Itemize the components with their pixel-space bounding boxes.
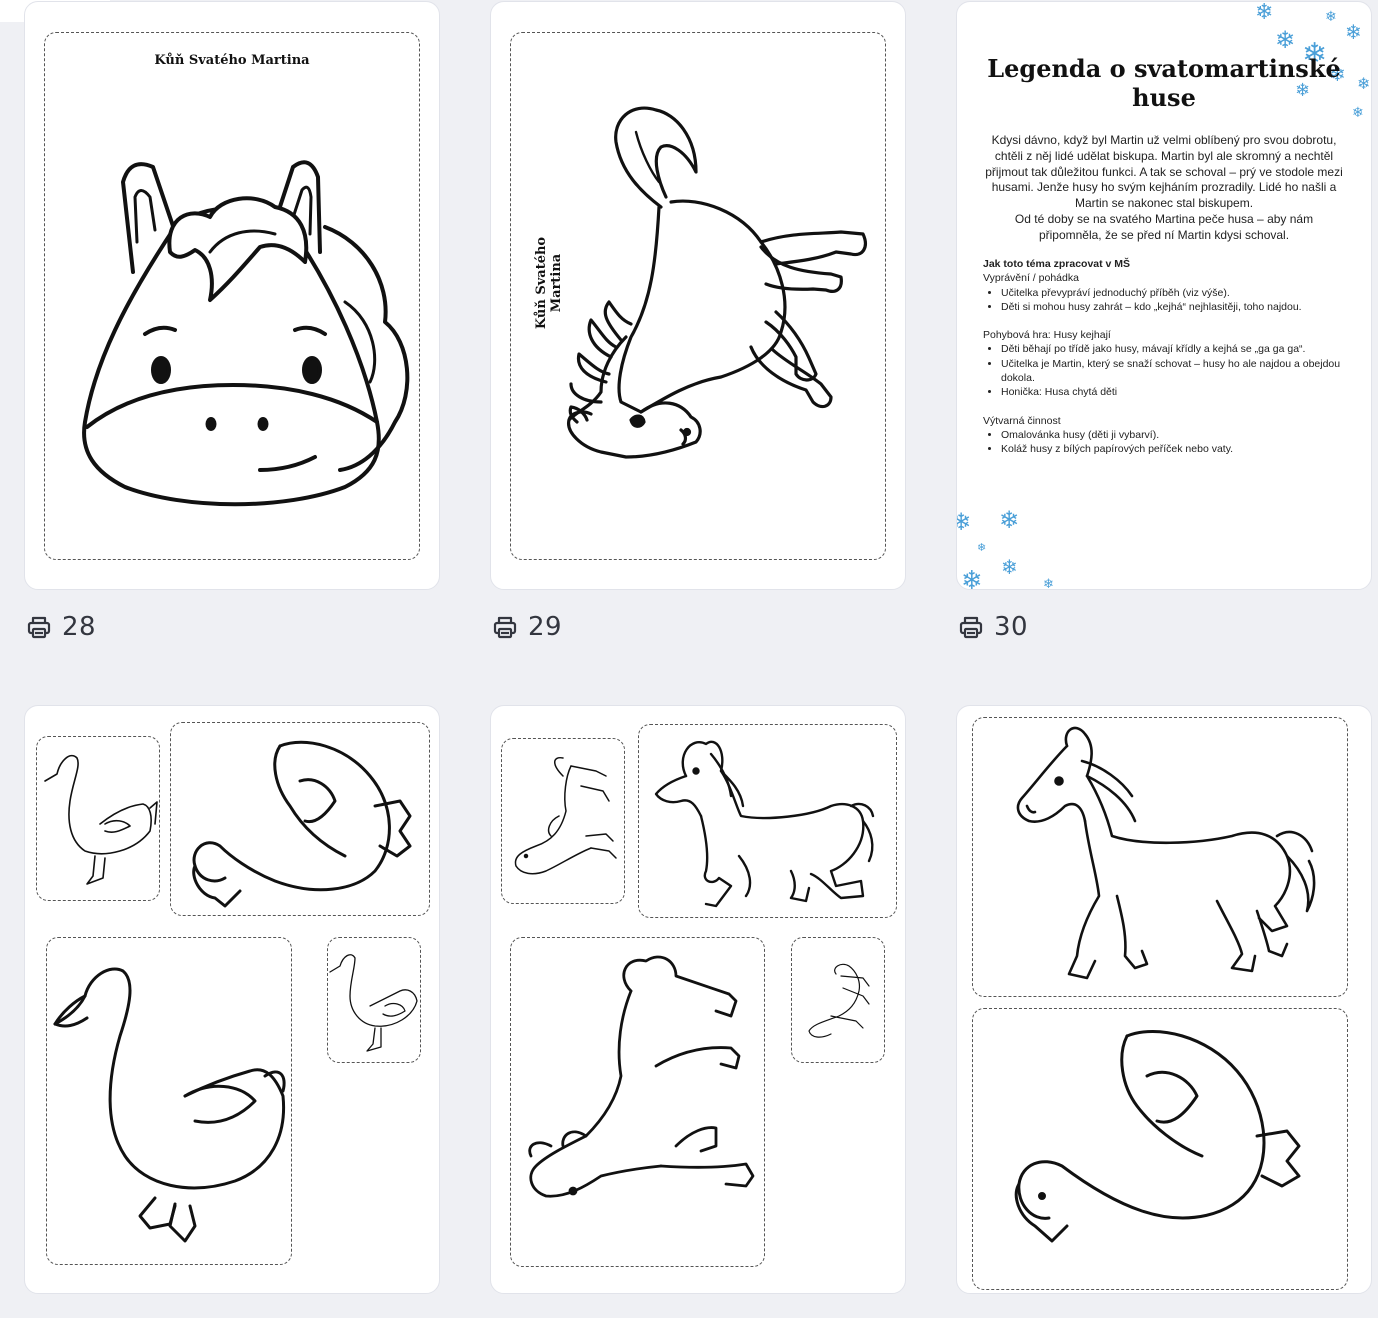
printer-icon[interactable]	[958, 614, 984, 640]
list-item: Učitelka převypráví jednoduchý příběh (v…	[1001, 286, 1357, 300]
page-number-29[interactable]: 29	[492, 612, 562, 642]
snowflake-icon: ❄	[961, 566, 983, 590]
section-heading: Jak toto téma zpracovat v MŠ	[983, 258, 1131, 270]
page-number-label: 29	[528, 612, 563, 642]
page-card-28[interactable]: Kůň Svatého Martina	[24, 1, 440, 590]
list-item: Učitelka je Martin, který se snaží schov…	[1001, 357, 1357, 386]
snowflake-icon: ❄	[977, 541, 987, 554]
page-card-29[interactable]: Kůň Svatého Martina	[490, 1, 906, 590]
horse-head-illustration	[82, 160, 410, 507]
snowflake-icon: ❄	[957, 510, 971, 534]
printer-icon[interactable]	[492, 614, 518, 640]
snowflake-icon: ❄	[999, 506, 1020, 534]
block-title: Výtvarná činnost	[983, 414, 1061, 427]
list-item: Děti běhají po třídě jako husy, mávají k…	[1001, 342, 1357, 356]
swan-illustrations	[44, 740, 418, 1243]
snowflake-icon: ❄	[1001, 555, 1018, 579]
activity-list: Jak toto téma zpracovat v MŠ Vyprávění /…	[983, 257, 1357, 457]
page-card-33[interactable]	[956, 705, 1372, 1294]
page-number-30[interactable]: 30	[958, 612, 1028, 642]
snowflake-icon: ❄	[1275, 26, 1296, 54]
page-number-label: 28	[62, 612, 97, 642]
horse-and-swan-illustrations	[1014, 726, 1316, 1243]
list-item: Děti si mohou husy zahrát – kdo „kejhá“ …	[1001, 300, 1357, 314]
page-card-31[interactable]	[24, 705, 440, 1294]
block-title: Pohybová hra: Husy kejhají	[983, 329, 1111, 342]
snowflake-icon: ❄	[1345, 20, 1362, 44]
list-item: Honička: Husa chytá děti	[1001, 385, 1357, 399]
page-title: Legenda o svatomartinské huse	[987, 54, 1341, 112]
page-number-label: 30	[994, 612, 1029, 642]
legend-paragraph: Od té doby se na svatého Martina peče hu…	[1014, 211, 1314, 242]
snowflake-icon: ❄	[1325, 9, 1337, 25]
page-card-32[interactable]	[490, 705, 906, 1294]
block-title: Vyprávění / pohádka	[983, 272, 1079, 285]
legend-story: Kdysi dávno, když byl Martin už velmi ob…	[983, 133, 1345, 244]
list-item: Koláž husy z bílých papírových peříček n…	[1001, 442, 1357, 456]
page-card-30[interactable]: ❄ ❄ ❄ ❄ ❄ ❄ ❄ ❄ ❄ ❄ ❄ ❄ ❄ ❄ ❄ Legenda o …	[956, 1, 1372, 590]
horse-illustrations	[514, 740, 875, 1198]
legend-paragraph: Kdysi dávno, když byl Martin už velmi ob…	[985, 133, 1343, 211]
snowflake-icon: ❄	[1255, 1, 1274, 25]
list-item: Omalovánka husy (děti ji vybarví).	[1001, 428, 1357, 442]
horse-illustration	[567, 106, 867, 459]
printer-icon[interactable]	[26, 614, 52, 640]
page-number-28[interactable]: 28	[26, 612, 96, 642]
snowflake-icon: ❄	[1043, 577, 1054, 590]
